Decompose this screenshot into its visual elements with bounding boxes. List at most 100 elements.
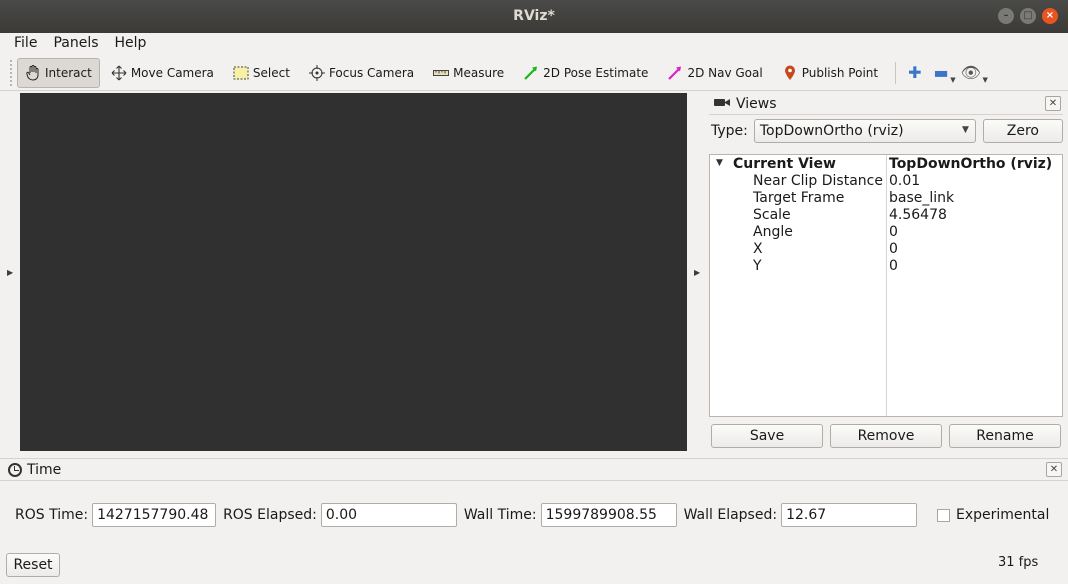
tool-measure[interactable]: Measure: [425, 58, 512, 88]
close-window-icon[interactable]: ×: [1042, 8, 1058, 24]
property-key: Angle: [753, 224, 793, 240]
property-value: TopDownOrtho (rviz): [889, 156, 1053, 172]
tool-interact[interactable]: Interact: [17, 57, 100, 88]
remove-tool-button[interactable]: ▬ ▼: [928, 58, 956, 88]
eye-icon: 👁: [960, 63, 981, 82]
right-dock-collapse[interactable]: ▶: [687, 92, 709, 452]
property-value[interactable]: 4.56478: [889, 207, 947, 223]
menu-panels[interactable]: Panels: [45, 33, 106, 55]
clock-icon: [8, 462, 22, 477]
collapse-triangle-icon[interactable]: ▼: [716, 158, 723, 168]
title-bar: RViz* – □ ×: [0, 0, 1068, 33]
tool-focus-camera[interactable]: Focus Camera: [301, 58, 422, 88]
green-arrow-icon: [523, 65, 539, 81]
property-value[interactable]: 0: [889, 241, 898, 257]
property-value[interactable]: base_link: [889, 190, 954, 206]
views-panel: Views ✕ Type: TopDownOrtho (rviz) ▼ Zero…: [709, 93, 1063, 452]
tool-bar: Interact Move Camera Select Focus Camera…: [0, 55, 1068, 91]
view-type-label: Type:: [711, 123, 748, 139]
add-tool-button[interactable]: ✚: [902, 58, 927, 88]
toolbar-grip[interactable]: [10, 59, 14, 86]
view-type-select[interactable]: TopDownOrtho (rviz) ▼: [753, 119, 976, 143]
tree-row[interactable]: Angle 0: [710, 224, 1062, 241]
ros-elapsed-field[interactable]: 0.00: [320, 503, 457, 527]
tool-visibility-button[interactable]: 👁 ▼: [955, 58, 988, 88]
move-camera-icon: [111, 65, 127, 81]
menu-bar: File Panels Help: [0, 33, 1068, 55]
tool-focus-camera-label: Focus Camera: [328, 65, 415, 80]
magenta-arrow-icon: [667, 65, 683, 81]
tool-2d-pose-estimate[interactable]: 2D Pose Estimate: [515, 58, 656, 88]
ros-time-field[interactable]: 1427157790.48: [92, 503, 217, 527]
view-type-value: TopDownOrtho (rviz): [759, 123, 904, 139]
property-key: Y: [753, 258, 762, 274]
render-viewport[interactable]: [20, 93, 687, 451]
property-value[interactable]: 0: [889, 224, 898, 240]
menu-help[interactable]: Help: [107, 33, 155, 55]
time-panel-title: Time: [27, 461, 62, 478]
property-value[interactable]: 0: [889, 258, 898, 274]
select-box-icon: [233, 65, 249, 81]
tree-row[interactable]: Near Clip Distance 0.01: [710, 173, 1062, 190]
zero-button[interactable]: Zero: [982, 119, 1063, 143]
fps-counter: 31 fps: [998, 555, 1039, 570]
tool-measure-label: Measure: [453, 65, 505, 80]
close-panel-icon[interactable]: ✕: [1045, 96, 1061, 111]
wall-elapsed-label: Wall Elapsed:: [683, 507, 778, 523]
tool-publish-point[interactable]: Publish Point: [774, 58, 886, 88]
minus-icon: ▬: [933, 63, 949, 82]
tool-2d-nav-goal[interactable]: 2D Nav Goal: [659, 58, 770, 88]
tree-row-current-view[interactable]: ▼ Current View TopDownOrtho (rviz): [710, 156, 1062, 173]
hand-icon: [25, 64, 41, 81]
tree-row[interactable]: X 0: [710, 241, 1062, 258]
left-dock-collapse[interactable]: ▶: [0, 92, 20, 452]
tool-move-camera-label: Move Camera: [130, 65, 214, 80]
wall-time-label: Wall Time:: [463, 507, 537, 523]
time-panel: Time ✕ ROS Time: 1427157790.48 ROS Elaps…: [0, 458, 1068, 584]
time-panel-header: Time ✕: [0, 459, 1068, 481]
minimize-icon[interactable]: –: [998, 8, 1014, 24]
tool-select-label: Select: [252, 65, 290, 80]
expand-right-icon: ▶: [694, 268, 701, 277]
ros-time-label: ROS Time:: [15, 507, 89, 523]
maximize-icon[interactable]: □: [1020, 8, 1036, 24]
menu-file[interactable]: File: [6, 33, 45, 55]
tool-2d-nav-goal-label: 2D Nav Goal: [687, 65, 763, 80]
dropdown-arrow-icon: ▼: [982, 75, 988, 84]
wall-elapsed-field[interactable]: 12.67: [781, 503, 918, 527]
property-value[interactable]: 0.01: [889, 173, 920, 189]
camera-icon: [713, 96, 731, 112]
tool-interact-label: Interact: [45, 65, 92, 80]
experimental-checkbox[interactable]: [937, 508, 950, 522]
property-key: Scale: [753, 207, 791, 223]
remove-view-button[interactable]: Remove: [830, 424, 942, 448]
tool-select[interactable]: Select: [225, 58, 298, 88]
property-key: Target Frame: [753, 190, 845, 206]
tool-2d-pose-estimate-label: 2D Pose Estimate: [543, 65, 649, 80]
rename-view-button[interactable]: Rename: [949, 424, 1061, 448]
tree-row[interactable]: Target Frame base_link: [710, 190, 1062, 207]
property-key: X: [753, 241, 763, 257]
focus-camera-icon: [308, 64, 325, 81]
plus-icon: ✚: [908, 63, 922, 82]
toolbar-separator: [895, 61, 897, 84]
window-title: RViz*: [513, 8, 555, 24]
view-properties-tree: ▼ Current View TopDownOrtho (rviz) Near …: [709, 154, 1063, 417]
ros-elapsed-label: ROS Elapsed:: [223, 507, 317, 523]
wall-time-field[interactable]: 1599789908.55: [540, 503, 677, 527]
tool-move-camera[interactable]: Move Camera: [103, 58, 222, 88]
map-pin-icon: [782, 65, 798, 81]
reset-button[interactable]: Reset: [6, 553, 60, 577]
property-key: Near Clip Distance: [753, 173, 883, 189]
tree-row[interactable]: Y 0: [710, 258, 1062, 275]
tool-publish-point-label: Publish Point: [801, 65, 879, 80]
experimental-label: Experimental: [956, 507, 1050, 523]
views-panel-header: Views ✕: [709, 93, 1063, 115]
save-view-button[interactable]: Save: [711, 424, 823, 448]
tree-row[interactable]: Scale 4.56478: [710, 207, 1062, 224]
chevron-down-icon: ▼: [961, 125, 969, 135]
property-key: Current View: [733, 156, 836, 172]
close-panel-icon[interactable]: ✕: [1046, 462, 1062, 477]
views-panel-title: Views: [736, 95, 777, 112]
experimental-toggle[interactable]: Experimental: [937, 507, 1049, 523]
